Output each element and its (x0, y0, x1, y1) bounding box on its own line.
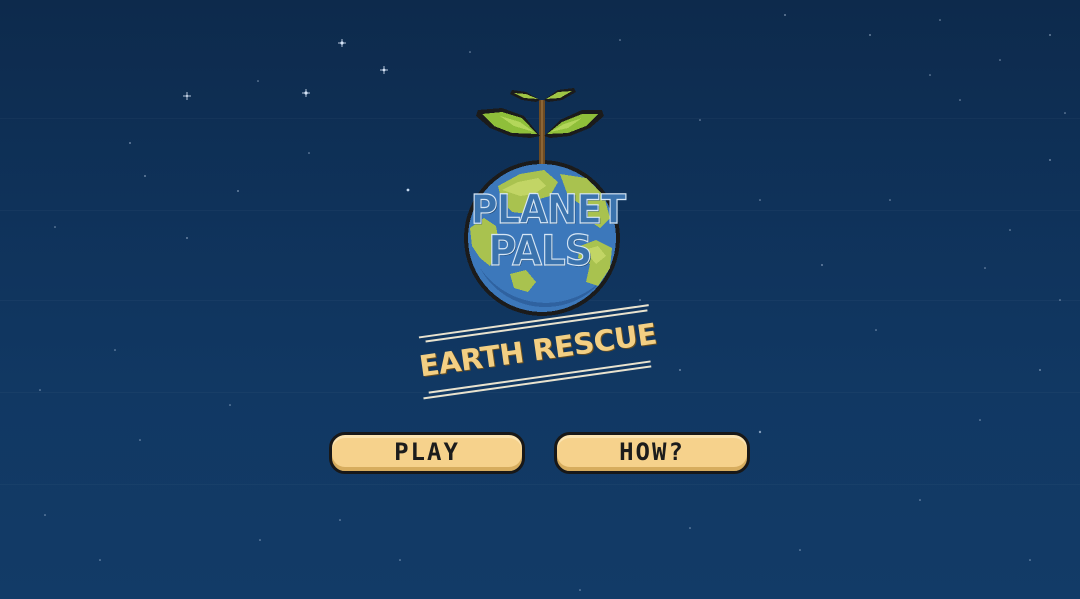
star (406, 188, 410, 192)
star (469, 51, 471, 53)
star (1049, 159, 1051, 161)
star (1049, 34, 1051, 36)
star (1059, 299, 1061, 301)
star (679, 369, 681, 371)
star (259, 539, 261, 541)
star (339, 519, 341, 521)
star (114, 349, 116, 351)
star (689, 527, 691, 529)
star (929, 74, 931, 76)
star (129, 142, 131, 144)
star (939, 19, 941, 21)
star (257, 80, 259, 82)
star (99, 559, 101, 561)
star (959, 99, 961, 101)
star (784, 14, 786, 16)
star (237, 190, 239, 192)
star (979, 419, 981, 421)
star (44, 514, 46, 516)
star (759, 199, 761, 201)
star (1029, 559, 1031, 561)
star (699, 119, 701, 121)
star (1039, 369, 1041, 371)
star (144, 175, 146, 177)
star (799, 549, 801, 551)
star (999, 59, 1001, 61)
star (399, 559, 401, 561)
star (186, 237, 188, 239)
game-logo: PLANET PALS (440, 78, 650, 318)
star (758, 430, 762, 434)
star (919, 499, 921, 501)
how-to-play-button[interactable]: HOW? (554, 432, 750, 474)
game-title-line2: PALS (488, 226, 593, 275)
star (889, 199, 891, 201)
star (984, 267, 986, 269)
star (139, 439, 141, 441)
star (821, 264, 823, 266)
how-to-play-button-label: HOW? (619, 438, 685, 466)
play-button[interactable]: PLAY (329, 432, 525, 474)
star (39, 389, 41, 391)
star (229, 404, 231, 406)
star (619, 39, 621, 41)
star (1064, 112, 1066, 114)
star (869, 34, 871, 36)
star (579, 589, 581, 591)
star (875, 329, 877, 331)
play-button-label: PLAY (394, 438, 460, 466)
star (54, 226, 56, 228)
star (1009, 229, 1011, 231)
star (308, 152, 310, 154)
